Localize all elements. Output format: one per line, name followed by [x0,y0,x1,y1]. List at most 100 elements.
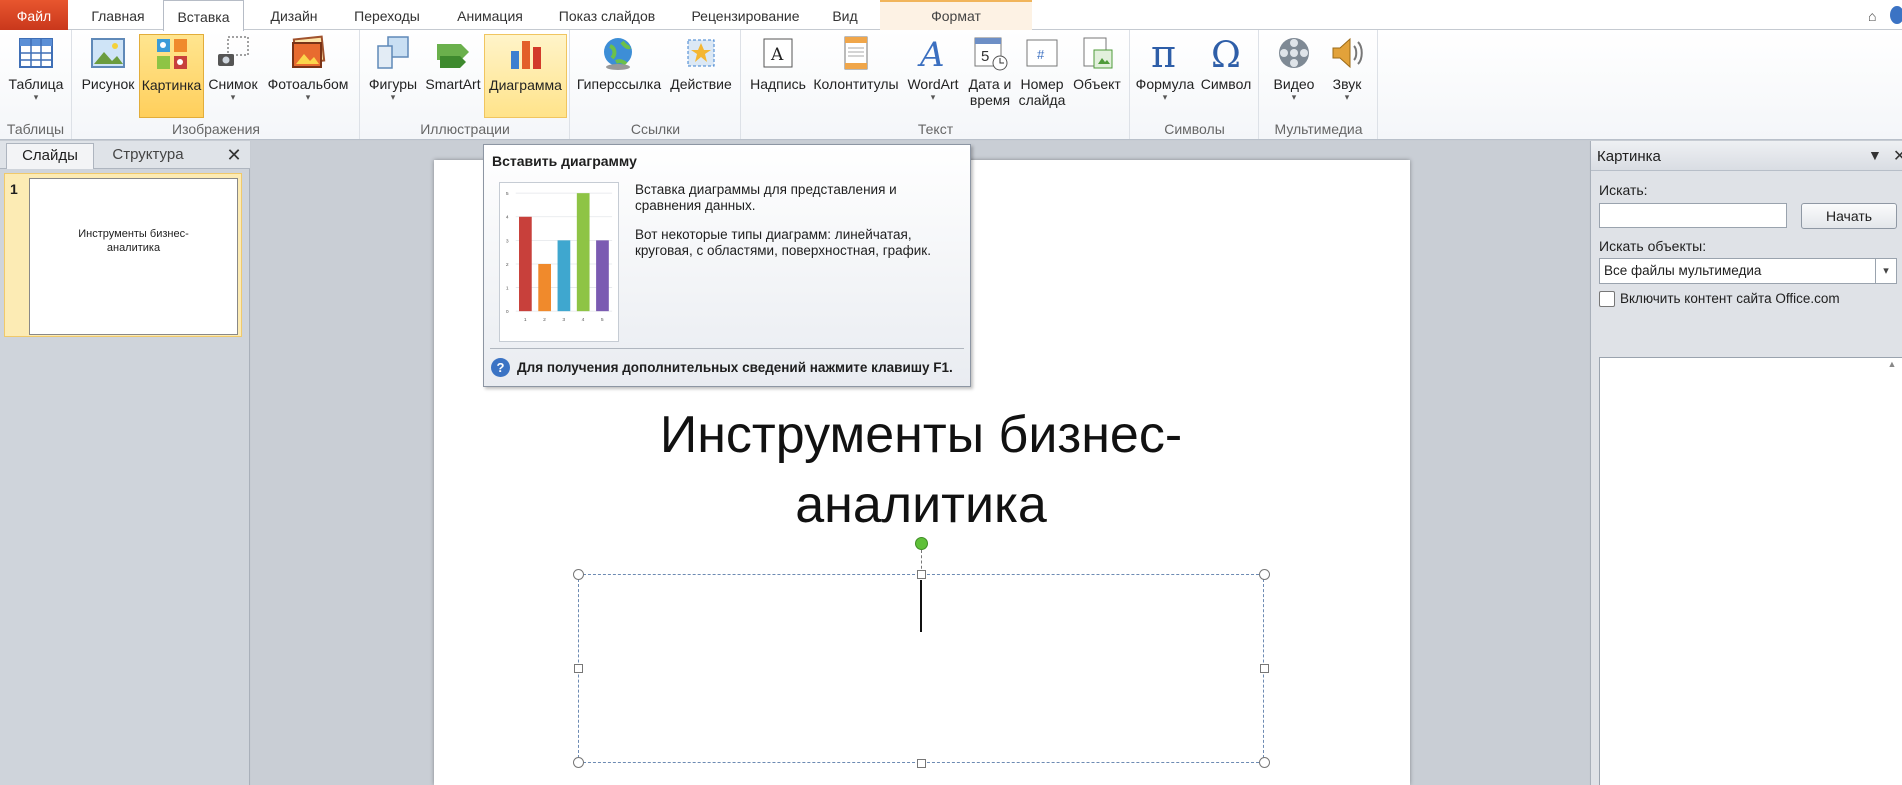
shapes-icon [377,36,409,69]
resize-handle-right[interactable] [1260,664,1269,673]
tooltip-description-1: Вставка диаграммы для представления и ср… [635,182,897,213]
action-button[interactable]: Действие [665,34,737,118]
wordart-label: WordArt [907,76,959,92]
include-office-label: Включить контент сайта Office.com [1620,291,1840,306]
slide-number: 1 [10,181,18,197]
globe-link-icon [604,38,632,70]
object-label: Объект [1073,76,1121,92]
close-icon[interactable]: ✕ [1893,146,1902,166]
ribbon: Таблица ▾ Таблицы Рисунок Картинка Снимо… [0,30,1902,140]
tab-design[interactable]: Дизайн [258,0,330,30]
tab-home[interactable]: Главная [82,0,154,30]
chart-x-tick: 5 [601,317,604,323]
chart-button[interactable]: Диаграмма [484,34,567,118]
group-label-symbols: Символы [1164,121,1225,137]
screenshot-button[interactable]: Снимок ▾ [205,34,261,118]
picture-icon [91,38,125,68]
rotation-handle[interactable] [915,537,928,550]
screenshot-label: Снимок [208,76,258,92]
wordart-button[interactable]: A WordArt ▾ [903,34,963,118]
chevron-down-icon: ▾ [1162,92,1168,102]
include-office-checkbox[interactable] [1599,291,1615,307]
resize-handle-top[interactable] [917,570,926,579]
speaker-icon [1332,37,1363,69]
photoalbum-label: Фотоальбом [267,76,349,92]
tab-insert[interactable]: Вставка [163,0,244,31]
tab-format[interactable]: Формат [880,0,1032,30]
resize-handle-tr[interactable] [1259,569,1270,580]
chart-bar-2 [538,263,552,312]
search-go-button[interactable]: Начать [1801,203,1897,229]
equation-button[interactable]: π Формула ▾ [1134,34,1196,118]
minimize-ribbon-icon[interactable]: ⌂ [1868,8,1876,24]
group-illustrations: Фигуры ▾ SmartArt Диаграмма Иллюстрации [361,30,570,139]
chart-x-tick: 1 [524,317,527,323]
resize-handle-left[interactable] [574,664,583,673]
slidenumber-button[interactable]: # Номер слайда [1017,34,1067,118]
thumbnail-title-line2: аналитика [106,242,161,254]
symbol-button[interactable]: Ω Символ [1197,34,1255,118]
audio-label: Звук [1332,76,1362,92]
close-icon[interactable]: ✕ [224,143,244,167]
chart-bar-5 [596,240,609,312]
video-button[interactable]: Видео ▾ [1268,34,1320,118]
tab-slides[interactable]: Слайды [6,143,94,169]
group-label-tables: Таблицы [6,121,65,137]
picture-button[interactable]: Рисунок [78,34,138,118]
textbox-button[interactable]: A Надпись [747,34,809,118]
help-icon[interactable] [1890,6,1902,24]
svg-text:π: π [1151,34,1176,72]
search-input[interactable] [1599,203,1787,228]
slide-number-icon: # [1026,39,1058,67]
svg-text:5: 5 [981,48,989,65]
tab-file[interactable]: Файл [0,0,68,30]
chart-x-tick: 4 [582,317,585,323]
headerfooter-button[interactable]: Колонтитулы [811,34,901,118]
pane-menu-icon[interactable]: ▼ [1868,147,1882,163]
chart-x-tick: 2 [543,317,546,323]
resize-handle-bl[interactable] [573,757,584,768]
chart-y-tick: 0 [506,309,509,315]
tab-review[interactable]: Рецензирование [679,0,812,30]
tab-animation[interactable]: Анимация [444,0,536,30]
audio-button[interactable]: Звук ▾ [1322,34,1372,118]
group-links: Гиперссылка Действие Ссылки [571,30,741,139]
svg-text:Ω: Ω [1211,35,1241,72]
chevron-down-icon: ▾ [230,92,236,102]
svg-text:#: # [1037,47,1045,62]
chevron-down-icon: ▾ [305,92,311,102]
hyperlink-button[interactable]: Гиперссылка [576,34,662,118]
text-cursor [920,580,922,632]
tab-structure[interactable]: Структура [98,143,198,169]
slide-title[interactable]: Инструменты бизнес- аналитика [553,400,1289,540]
resize-handle-br[interactable] [1259,757,1270,768]
table-button[interactable]: Таблица ▾ [3,34,69,118]
object-button[interactable]: Объект [1069,34,1125,118]
smartart-button[interactable]: SmartArt [423,34,483,118]
action-star-icon [687,39,715,67]
datetime-button[interactable]: 5 Дата и время [965,34,1015,118]
group-label-media: Мультимедиа [1274,121,1363,137]
clipart-button[interactable]: Картинка [139,34,204,118]
tab-view[interactable]: Вид [823,0,867,30]
chevron-down-icon: ▾ [1344,92,1350,102]
resize-handle-bottom[interactable] [917,759,926,768]
tab-transitions[interactable]: Переходы [342,0,432,30]
shapes-button[interactable]: Фигуры ▾ [365,34,421,118]
thumbnail-title-line1: Инструменты бизнес- [78,228,189,240]
clipart-pane: Картинка ▼ ✕ Искать: Начать Искать объек… [1590,141,1902,785]
scroll-up-icon[interactable]: ▲ [1885,359,1899,373]
group-label-links: Ссылки [630,121,681,137]
photoalbum-button[interactable]: Фотоальбом ▾ [262,34,354,118]
media-type-select[interactable]: Все файлы мультимедиа [1599,258,1897,284]
clipart-results[interactable] [1599,357,1902,785]
chart-tooltip: Вставить диаграмму 0 1 2 3 4 5 1 2 3 4 5 Вставка д… [483,144,971,387]
chart-label: Диаграмма [489,77,562,93]
slidenumber-label-2: слайда [1018,92,1066,108]
slide-thumbnail[interactable]: Инструменты бизнес- аналитика [29,178,238,335]
tab-slideshow[interactable]: Показ слайдов [547,0,667,30]
chevron-down-icon[interactable]: ▾ [1875,259,1896,283]
slide-title-line2: аналитика [795,476,1047,534]
omega-icon: Ω [1211,35,1241,72]
resize-handle-tl[interactable] [573,569,584,580]
